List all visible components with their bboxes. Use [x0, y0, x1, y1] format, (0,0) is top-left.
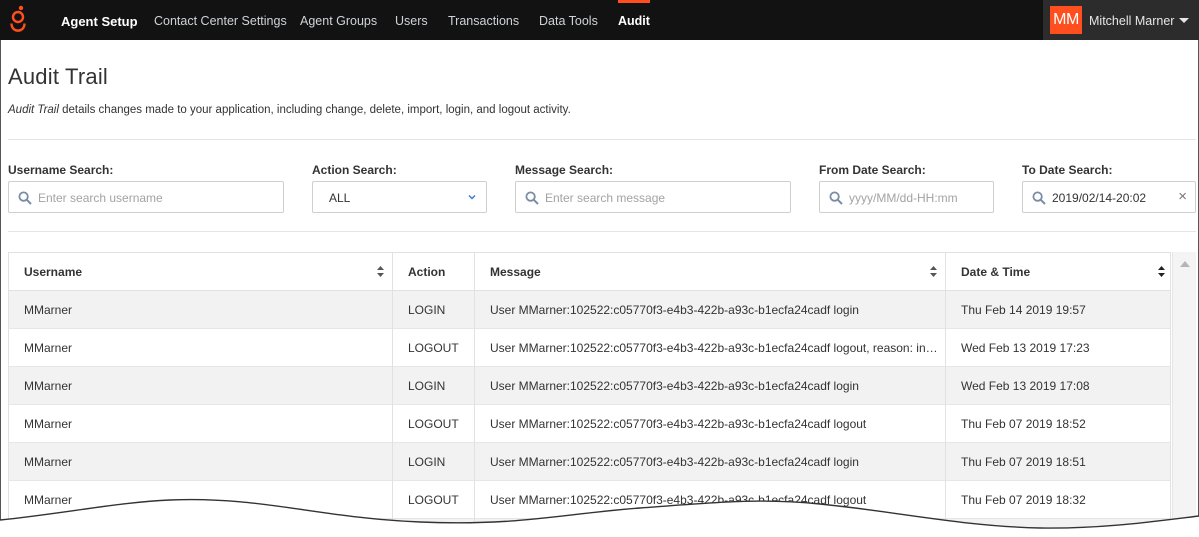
column-header-username[interactable]: Username: [9, 253, 393, 292]
to-date-search-label: To Date Search:: [1022, 163, 1113, 177]
page-description-text: details changes made to your application…: [58, 104, 571, 116]
nav-data-tools[interactable]: Data Tools: [539, 0, 598, 40]
search-icon: [1032, 191, 1046, 205]
cell-date-time: Thu Feb 07 2019 18:52: [961, 417, 1086, 431]
genesys-logo-icon[interactable]: [9, 5, 27, 35]
table-row[interactable]: MMarner LOGOUT User MMarner:102522:c0577…: [8, 405, 1171, 443]
from-date-search-placeholder: yyyy/MM/dd-HH:mm: [849, 191, 958, 205]
action-search-label: Action Search:: [312, 163, 397, 177]
torn-edge-decoration: [0, 498, 1199, 537]
message-search-input[interactable]: Enter search message: [515, 181, 791, 213]
cell-username: MMarner: [9, 443, 393, 481]
cell-date-time: Wed Feb 13 2019 17:08: [961, 379, 1090, 393]
cell-username: MMarner: [9, 367, 393, 405]
clear-icon[interactable]: ×: [1178, 188, 1187, 206]
divider: [8, 231, 1196, 232]
username-search-label: Username Search:: [8, 163, 114, 177]
cell-message: User MMarner:102522:c05770f3-e4b3-422b-a…: [475, 405, 946, 443]
cell-action: LOGIN: [393, 443, 475, 481]
top-navigation-bar: Agent Setup Contact Center Settings Agen…: [0, 0, 1199, 40]
sort-icon[interactable]: [377, 266, 384, 277]
action-search-value: ALL: [329, 191, 351, 205]
nav-users[interactable]: Users: [395, 0, 428, 40]
cell-message: User MMarner:102522:c05770f3-e4b3-422b-a…: [475, 329, 946, 367]
cell-username: MMarner: [9, 329, 393, 367]
cell-action: LOGOUT: [393, 329, 475, 367]
column-header-label: Action: [408, 265, 446, 279]
nav-audit[interactable]: Audit: [618, 0, 650, 40]
user-name: Mitchell Marner: [1089, 14, 1175, 28]
username-search-placeholder: Enter search username: [38, 191, 163, 205]
table-row[interactable]: MMarner LOGIN User MMarner:102522:c05770…: [8, 291, 1171, 329]
search-icon: [525, 191, 539, 205]
cell-action: LOGIN: [393, 291, 475, 329]
table-row[interactable]: MMarner LOGOUT User MMarner:102522:c0577…: [8, 329, 1171, 367]
cell-date-time: Wed Feb 13 2019 17:23: [961, 341, 1090, 355]
caret-down-icon[interactable]: [1179, 18, 1189, 23]
column-header-label: Message: [490, 265, 541, 279]
sort-icon[interactable]: [930, 266, 937, 277]
scroll-up-icon[interactable]: [1180, 261, 1190, 267]
cell-username: MMarner: [9, 291, 393, 329]
column-header-message[interactable]: Message: [475, 253, 946, 292]
column-header-date-time[interactable]: Date & Time: [946, 253, 1170, 292]
from-date-search-label: From Date Search:: [819, 163, 926, 177]
table-row[interactable]: MMarner LOGIN User MMarner:102522:c05770…: [8, 443, 1171, 481]
cell-action: LOGIN: [393, 367, 475, 405]
cell-action: LOGOUT: [393, 405, 475, 443]
to-date-search-input[interactable]: 2019/02/14-20:02 ×: [1022, 181, 1196, 213]
divider: [8, 139, 1196, 140]
cell-message: User MMarner:102522:c05770f3-e4b3-422b-a…: [475, 367, 946, 405]
nav-transactions[interactable]: Transactions: [448, 0, 519, 40]
page-description-emphasis: Audit Trail: [8, 104, 59, 116]
cell-username: MMarner: [9, 405, 393, 443]
to-date-search-value: 2019/02/14-20:02: [1052, 191, 1147, 205]
user-menu[interactable]: MM Mitchell Marner: [1043, 0, 1199, 40]
action-search-select[interactable]: ALL: [312, 181, 487, 213]
nav-contact-center-settings[interactable]: Contact Center Settings: [154, 0, 287, 40]
chevron-down-icon: [468, 194, 476, 200]
message-search-label: Message Search:: [515, 163, 614, 177]
page-description: Audit Trail details changes made to your…: [8, 104, 571, 116]
from-date-search-input[interactable]: yyyy/MM/dd-HH:mm: [819, 181, 994, 213]
column-header-label: Username: [24, 265, 83, 279]
username-search-input[interactable]: Enter search username: [8, 181, 284, 213]
nav-agent-groups[interactable]: Agent Groups: [300, 0, 377, 40]
page-title: Audit Trail: [8, 64, 109, 89]
search-icon: [18, 191, 32, 205]
cell-date-time: Thu Feb 14 2019 19:57: [961, 303, 1086, 317]
cell-message: User MMarner:102522:c05770f3-e4b3-422b-a…: [475, 291, 946, 329]
table-row[interactable]: MMarner LOGIN User MMarner:102522:c05770…: [8, 367, 1171, 405]
nav-agent-setup[interactable]: Agent Setup: [61, 0, 138, 40]
cell-message: User MMarner:102522:c05770f3-e4b3-422b-a…: [475, 443, 946, 481]
sort-icon[interactable]: [1158, 266, 1165, 277]
column-header-action[interactable]: Action: [393, 253, 475, 292]
cell-date-time: Thu Feb 07 2019 18:51: [961, 455, 1086, 469]
avatar: MM: [1050, 6, 1082, 34]
message-search-placeholder: Enter search message: [545, 191, 666, 205]
table-header: Username Action Message Date & Time: [8, 252, 1171, 292]
search-icon: [829, 191, 843, 205]
column-header-label: Date & Time: [961, 265, 1031, 279]
